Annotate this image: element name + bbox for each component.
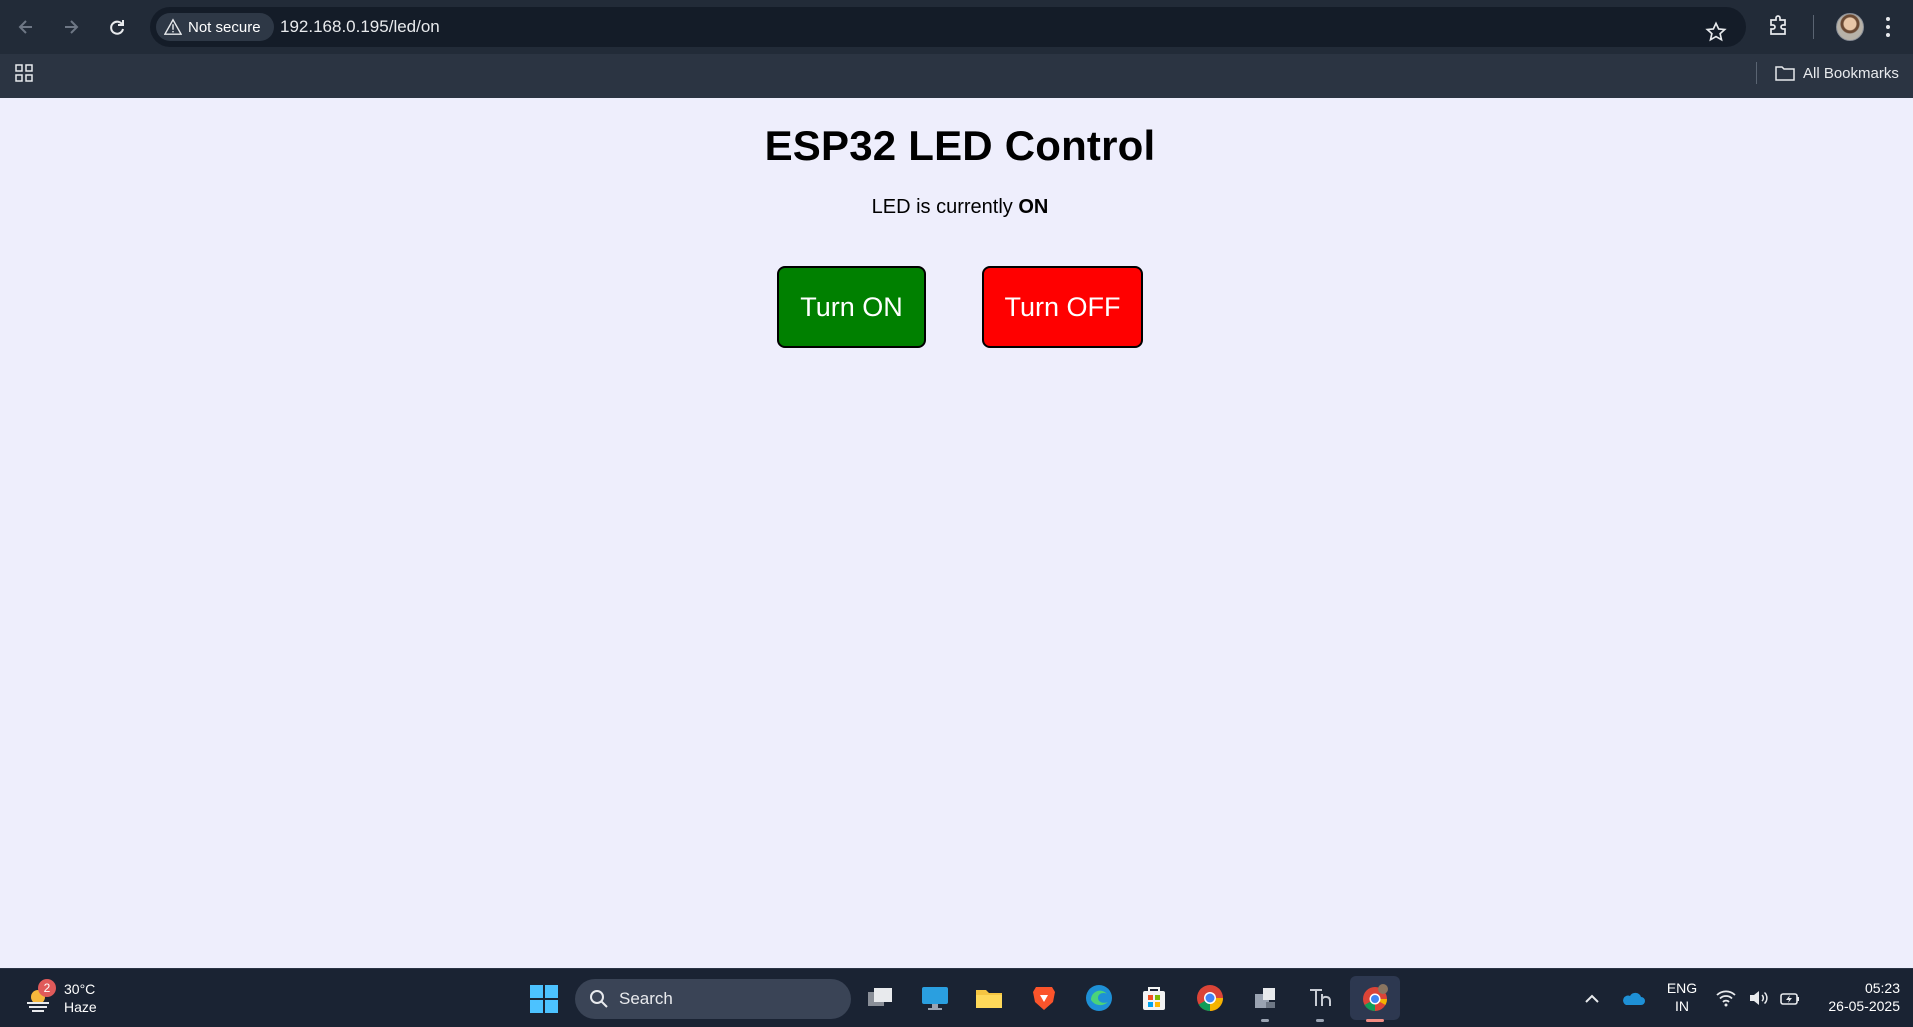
forward-arrow-icon xyxy=(65,20,79,34)
status-prefix: LED is currently xyxy=(871,196,1019,218)
taskbar-search[interactable]: Search xyxy=(575,979,851,1019)
security-label: Not secure xyxy=(188,18,261,36)
reload-button[interactable] xyxy=(100,10,134,44)
chrome-profile-icon[interactable] xyxy=(1350,976,1400,1020)
page-content: ESP32 LED Control LED is currently ON Tu… xyxy=(0,98,1913,968)
chrome-icon[interactable] xyxy=(1193,981,1227,1015)
reload-icon xyxy=(110,20,124,35)
browser-chrome: Not secure 192.168.0.195/led/on All Book… xyxy=(0,0,1913,98)
warning-triangle-icon xyxy=(164,18,182,35)
store-icon[interactable] xyxy=(1137,981,1171,1015)
running-indicator xyxy=(1261,1019,1269,1022)
folder-icon xyxy=(1775,66,1795,81)
volume-icon[interactable] xyxy=(1747,987,1769,1009)
clock-time: 05:23 xyxy=(1864,980,1900,996)
page-title: ESP32 LED Control xyxy=(764,122,1156,169)
apps-grid-icon[interactable] xyxy=(15,64,33,82)
task-view-icon[interactable] xyxy=(863,981,897,1015)
search-label: Search xyxy=(619,989,673,1008)
back-button[interactable] xyxy=(9,10,43,44)
language-indicator[interactable]: ENG IN xyxy=(1662,979,1702,1015)
running-indicator xyxy=(1316,1019,1324,1022)
status-value: ON xyxy=(1018,196,1049,218)
onedrive-cloud-icon[interactable] xyxy=(1620,987,1646,1009)
all-bookmarks-label: All Bookmarks xyxy=(1803,64,1899,82)
weather-description: Haze xyxy=(64,999,97,1015)
all-bookmarks-button[interactable]: All Bookmarks xyxy=(1775,62,1899,84)
back-arrow-icon xyxy=(18,20,32,34)
file-explorer-icon[interactable] xyxy=(972,981,1006,1015)
language-code: ENG xyxy=(1666,980,1698,996)
toolbar-divider xyxy=(1813,15,1814,39)
browser-toolbar: Not secure 192.168.0.195/led/on xyxy=(0,0,1913,54)
active-indicator xyxy=(1366,1019,1384,1022)
edge-icon[interactable] xyxy=(1082,981,1116,1015)
profile-avatar[interactable] xyxy=(1836,13,1864,41)
bookmark-star-icon[interactable] xyxy=(1705,21,1727,43)
region-code: IN xyxy=(1675,998,1689,1014)
weather-temperature: 30°C xyxy=(64,981,96,997)
extensions-icon[interactable] xyxy=(1767,13,1791,37)
desktop-icon[interactable] xyxy=(918,981,952,1015)
wifi-icon[interactable] xyxy=(1715,987,1737,1009)
search-icon xyxy=(590,990,608,1008)
network-app-icon[interactable] xyxy=(1248,981,1282,1015)
weather-notification-badge: 2 xyxy=(38,979,56,997)
battery-charging-icon[interactable] xyxy=(1779,987,1801,1009)
taskbar-clock[interactable]: 05:23 26-05-2025 xyxy=(1810,979,1900,1015)
windows-start-icon[interactable] xyxy=(529,984,559,1014)
url-text[interactable]: 192.168.0.195/led/on xyxy=(280,17,440,37)
security-indicator[interactable]: Not secure xyxy=(156,13,274,41)
turn-on-button[interactable]: Turn ON xyxy=(777,266,926,348)
show-hidden-icons-chevron-icon[interactable] xyxy=(1582,989,1602,1009)
kebab-menu-icon[interactable] xyxy=(1883,14,1893,40)
brave-icon[interactable] xyxy=(1027,981,1061,1015)
forward-button[interactable] xyxy=(54,10,88,44)
turn-off-button[interactable]: Turn OFF xyxy=(982,266,1143,348)
taskbar: 2 30°C Haze Search ENG IN 05:23 26-05-20… xyxy=(0,968,1913,1027)
system-tray xyxy=(1715,987,1801,1009)
address-bar[interactable]: Not secure 192.168.0.195/led/on xyxy=(150,7,1746,47)
bookmarks-divider xyxy=(1756,62,1757,84)
clock-date: 26-05-2025 xyxy=(1828,998,1900,1014)
led-status-text: LED is currently ON xyxy=(0,196,1913,219)
text-app-icon[interactable] xyxy=(1303,981,1337,1015)
weather-widget[interactable]: 2 30°C Haze xyxy=(20,979,110,1019)
